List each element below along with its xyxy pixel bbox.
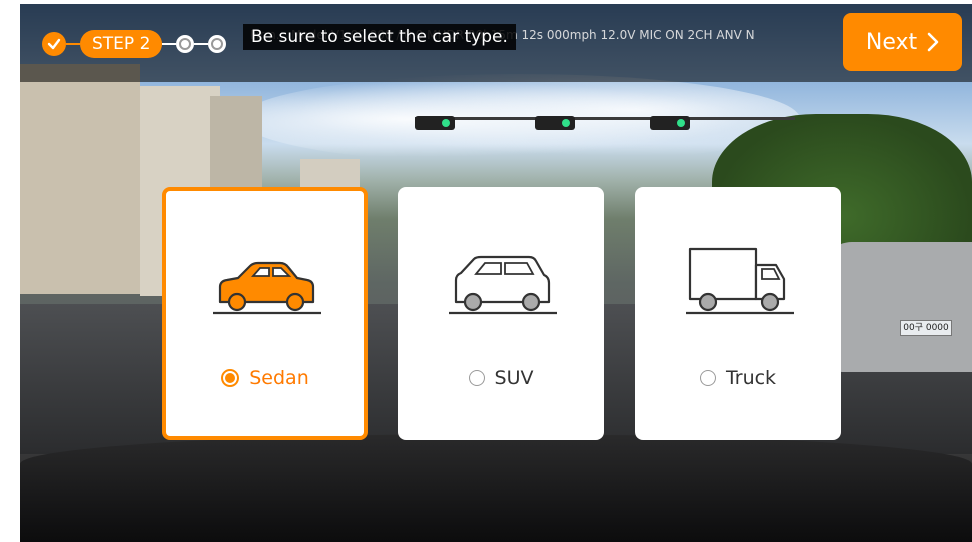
- dashboard: [20, 434, 972, 542]
- radio-selected-icon[interactable]: [221, 369, 240, 387]
- next-button[interactable]: Next: [843, 13, 962, 71]
- step-connector: [162, 43, 177, 45]
- suv-icon: [449, 255, 557, 315]
- radio-option-suv[interactable]: SUV: [468, 367, 534, 389]
- radio-option-sedan[interactable]: Sedan: [221, 367, 309, 389]
- step-1-done: [42, 32, 66, 56]
- car-type-label: Sedan: [249, 367, 309, 389]
- step-3-pending: [176, 35, 195, 53]
- instruction-message: Be sure to select the car type.: [243, 24, 516, 50]
- truck-icon: [686, 247, 794, 315]
- sedan-icon: [213, 261, 321, 315]
- step-indicator: STEP 2: [42, 30, 227, 58]
- next-button-label: Next: [865, 29, 918, 55]
- traffic-signal-pole: [415, 117, 795, 120]
- car-type-card-sedan[interactable]: Sedan: [162, 187, 368, 440]
- car-type-card-suv[interactable]: SUV: [398, 187, 604, 440]
- radio-unselected-icon[interactable]: [699, 370, 716, 386]
- building: [20, 64, 140, 294]
- step-connector: [194, 43, 209, 45]
- traffic-signal: [415, 116, 455, 130]
- radio-unselected-icon[interactable]: [468, 370, 485, 386]
- step-2-current: STEP 2: [80, 30, 163, 58]
- step-4-pending: [208, 35, 227, 53]
- license-plate: 00구 0000: [900, 320, 952, 336]
- step-connector: [66, 43, 80, 45]
- chevron-right-icon: [927, 32, 939, 52]
- car-type-label: SUV: [494, 367, 534, 389]
- car-type-card-truck[interactable]: Truck: [635, 187, 841, 440]
- radio-option-truck[interactable]: Truck: [699, 367, 777, 389]
- traffic-signal: [535, 116, 575, 130]
- check-icon: [47, 38, 61, 50]
- traffic-signal: [650, 116, 690, 130]
- app-frame: 00구 0000 Firm... Model V1.00.000 / 0.0 M…: [0, 0, 972, 542]
- car-type-label: Truck: [725, 367, 777, 389]
- car-ahead: [822, 242, 972, 372]
